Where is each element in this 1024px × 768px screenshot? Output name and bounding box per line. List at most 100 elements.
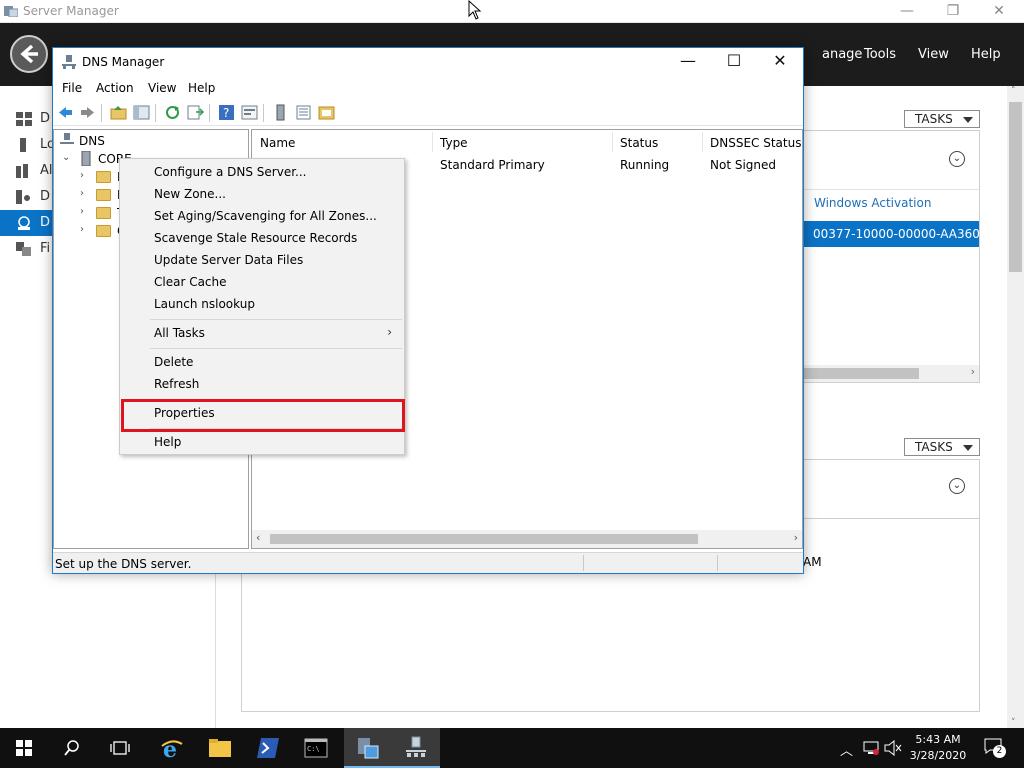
refresh-icon[interactable] bbox=[164, 104, 181, 121]
horizontal-scrollbar[interactable]: ‹ › bbox=[252, 530, 802, 548]
clock[interactable]: 5:43 AM 3/28/2020 bbox=[900, 732, 976, 764]
menu-item-all-tasks[interactable]: All Tasks › bbox=[120, 322, 404, 344]
menu-view[interactable]: View bbox=[148, 81, 176, 95]
dashboard-icon bbox=[16, 112, 32, 126]
taskbar-server-manager[interactable] bbox=[344, 728, 392, 768]
menu-item-help[interactable]: Help bbox=[120, 431, 404, 453]
servers-icon bbox=[16, 164, 28, 178]
dns-close-button[interactable]: ✕ bbox=[757, 48, 803, 76]
menu-item-label: Update Server Data Files bbox=[154, 253, 304, 267]
scroll-right-icon[interactable]: › bbox=[794, 531, 798, 544]
properties-icon[interactable] bbox=[241, 104, 258, 121]
tasks-button-bottom[interactable]: TASKS bbox=[904, 438, 980, 456]
column-header-type[interactable]: Type bbox=[440, 136, 468, 150]
svg-text:?: ? bbox=[223, 106, 229, 120]
taskbar-powershell[interactable] bbox=[244, 728, 292, 768]
zone-folder-icon[interactable] bbox=[318, 104, 335, 121]
powershell-icon bbox=[257, 738, 279, 758]
help-icon[interactable]: ? bbox=[218, 104, 235, 121]
menu-item-clear-cache[interactable]: Clear Cache bbox=[120, 271, 404, 293]
windows-activation-header[interactable]: Windows Activation bbox=[814, 196, 931, 210]
menu-item-configure-dns-server[interactable]: Configure a DNS Server... bbox=[120, 161, 404, 183]
menu-item-update-data-files[interactable]: Update Server Data Files bbox=[120, 249, 404, 271]
show-hide-console-tree-icon[interactable] bbox=[133, 104, 150, 121]
menu-file[interactable]: File bbox=[62, 81, 82, 95]
expand-arrow-icon[interactable]: › bbox=[80, 170, 84, 181]
scrollbar-thumb[interactable] bbox=[270, 534, 698, 544]
collapse-chevron-icon[interactable]: ⌄ bbox=[949, 478, 965, 494]
properties-highlight-box bbox=[121, 399, 405, 432]
back-button[interactable] bbox=[10, 35, 48, 73]
status-bar: Set up the DNS server. bbox=[53, 552, 803, 573]
selected-server-row[interactable]: 00377-10000-00000-AA360 (Ac bbox=[803, 221, 1003, 247]
horizontal-scrollbar[interactable]: › bbox=[803, 365, 979, 382]
scroll-left-icon[interactable]: ‹ bbox=[256, 531, 260, 544]
column-separator[interactable] bbox=[702, 132, 703, 152]
menu-item-delete[interactable]: Delete bbox=[120, 351, 404, 373]
scrollbar-thumb[interactable] bbox=[803, 368, 919, 379]
search-icon bbox=[64, 740, 79, 756]
taskbar-internet-explorer[interactable]: e bbox=[148, 728, 196, 768]
tasks-button-top[interactable]: TASKS bbox=[904, 110, 980, 128]
tasks-label: TASKS bbox=[915, 440, 953, 454]
expand-arrow-icon[interactable]: › bbox=[80, 224, 84, 235]
menu-action[interactable]: Action bbox=[96, 81, 134, 95]
column-header-status[interactable]: Status bbox=[620, 136, 658, 150]
menu-item-set-aging[interactable]: Set Aging/Scavenging for All Zones... bbox=[120, 205, 404, 227]
column-separator[interactable] bbox=[612, 132, 613, 152]
minimize-button[interactable]: — bbox=[884, 0, 930, 23]
show-hidden-icons-icon[interactable]: ︿ bbox=[840, 740, 853, 759]
dns-manager-titlebar: DNS Manager — ☐ ✕ bbox=[53, 48, 803, 76]
task-view-button[interactable] bbox=[96, 728, 144, 768]
menu-item-label: All Tasks bbox=[154, 326, 205, 340]
column-separator[interactable] bbox=[432, 132, 433, 152]
menu-item-new-zone[interactable]: New Zone... bbox=[120, 183, 404, 205]
scroll-down-icon[interactable]: ˅ bbox=[1011, 718, 1016, 728]
dns-maximize-button[interactable]: ☐ bbox=[711, 48, 757, 76]
cell-type: Standard Primary bbox=[440, 158, 545, 172]
manage-menu[interactable]: anage bbox=[822, 47, 862, 62]
action-center-button[interactable]: 2 bbox=[984, 736, 1008, 760]
taskbar-dns-manager[interactable] bbox=[392, 728, 440, 768]
status-separator bbox=[583, 555, 584, 571]
dns-minimize-button[interactable]: — bbox=[665, 48, 711, 76]
back-icon[interactable] bbox=[57, 104, 74, 121]
menu-help[interactable]: Help bbox=[188, 81, 215, 95]
up-folder-icon[interactable] bbox=[110, 104, 127, 121]
export-list-icon[interactable] bbox=[187, 104, 204, 121]
close-button[interactable]: ✕ bbox=[976, 0, 1022, 23]
menu-item-launch-nslookup[interactable]: Launch nslookup bbox=[120, 293, 404, 315]
search-button[interactable] bbox=[48, 728, 96, 768]
help-menu[interactable]: Help bbox=[971, 47, 1001, 62]
server-manager-icon bbox=[358, 738, 379, 759]
maximize-button[interactable]: ❐ bbox=[930, 0, 976, 23]
menu-item-refresh[interactable]: Refresh bbox=[120, 373, 404, 395]
column-header-dnssec-status[interactable]: DNSSEC Status bbox=[710, 136, 801, 150]
network-icon[interactable] bbox=[862, 740, 880, 756]
taskbar-command-prompt[interactable]: C:\ bbox=[292, 728, 340, 768]
view-menu[interactable]: View bbox=[918, 47, 949, 62]
menu-item-label: Configure a DNS Server... bbox=[154, 165, 307, 179]
collapse-chevron-icon[interactable]: ⌄ bbox=[949, 151, 965, 167]
taskbar-file-explorer[interactable] bbox=[196, 728, 244, 768]
expand-arrow-icon[interactable]: › bbox=[80, 188, 84, 199]
menu-separator bbox=[150, 319, 402, 320]
dns-icon bbox=[18, 216, 30, 230]
server-icon[interactable] bbox=[272, 104, 289, 121]
zone-list-icon[interactable] bbox=[295, 104, 312, 121]
collapse-arrow-icon[interactable]: ⌄ bbox=[62, 152, 70, 163]
dhcp-icon bbox=[16, 190, 30, 204]
menu-item-label: Clear Cache bbox=[154, 275, 227, 289]
scroll-right-icon[interactable]: › bbox=[971, 365, 975, 378]
scrollbar-thumb[interactable] bbox=[1009, 102, 1022, 272]
start-button[interactable] bbox=[0, 728, 48, 768]
scroll-up-icon[interactable]: ˄ bbox=[1011, 86, 1016, 96]
vertical-scrollbar[interactable]: ˄ ˅ bbox=[1007, 86, 1024, 728]
forward-icon[interactable] bbox=[79, 104, 96, 121]
chevron-down-icon bbox=[963, 117, 973, 123]
tools-menu[interactable]: Tools bbox=[864, 47, 896, 62]
column-header-name[interactable]: Name bbox=[260, 136, 295, 150]
internet-explorer-icon: e bbox=[161, 737, 183, 760]
expand-arrow-icon[interactable]: › bbox=[80, 206, 84, 217]
menu-item-scavenge[interactable]: Scavenge Stale Resource Records bbox=[120, 227, 404, 249]
